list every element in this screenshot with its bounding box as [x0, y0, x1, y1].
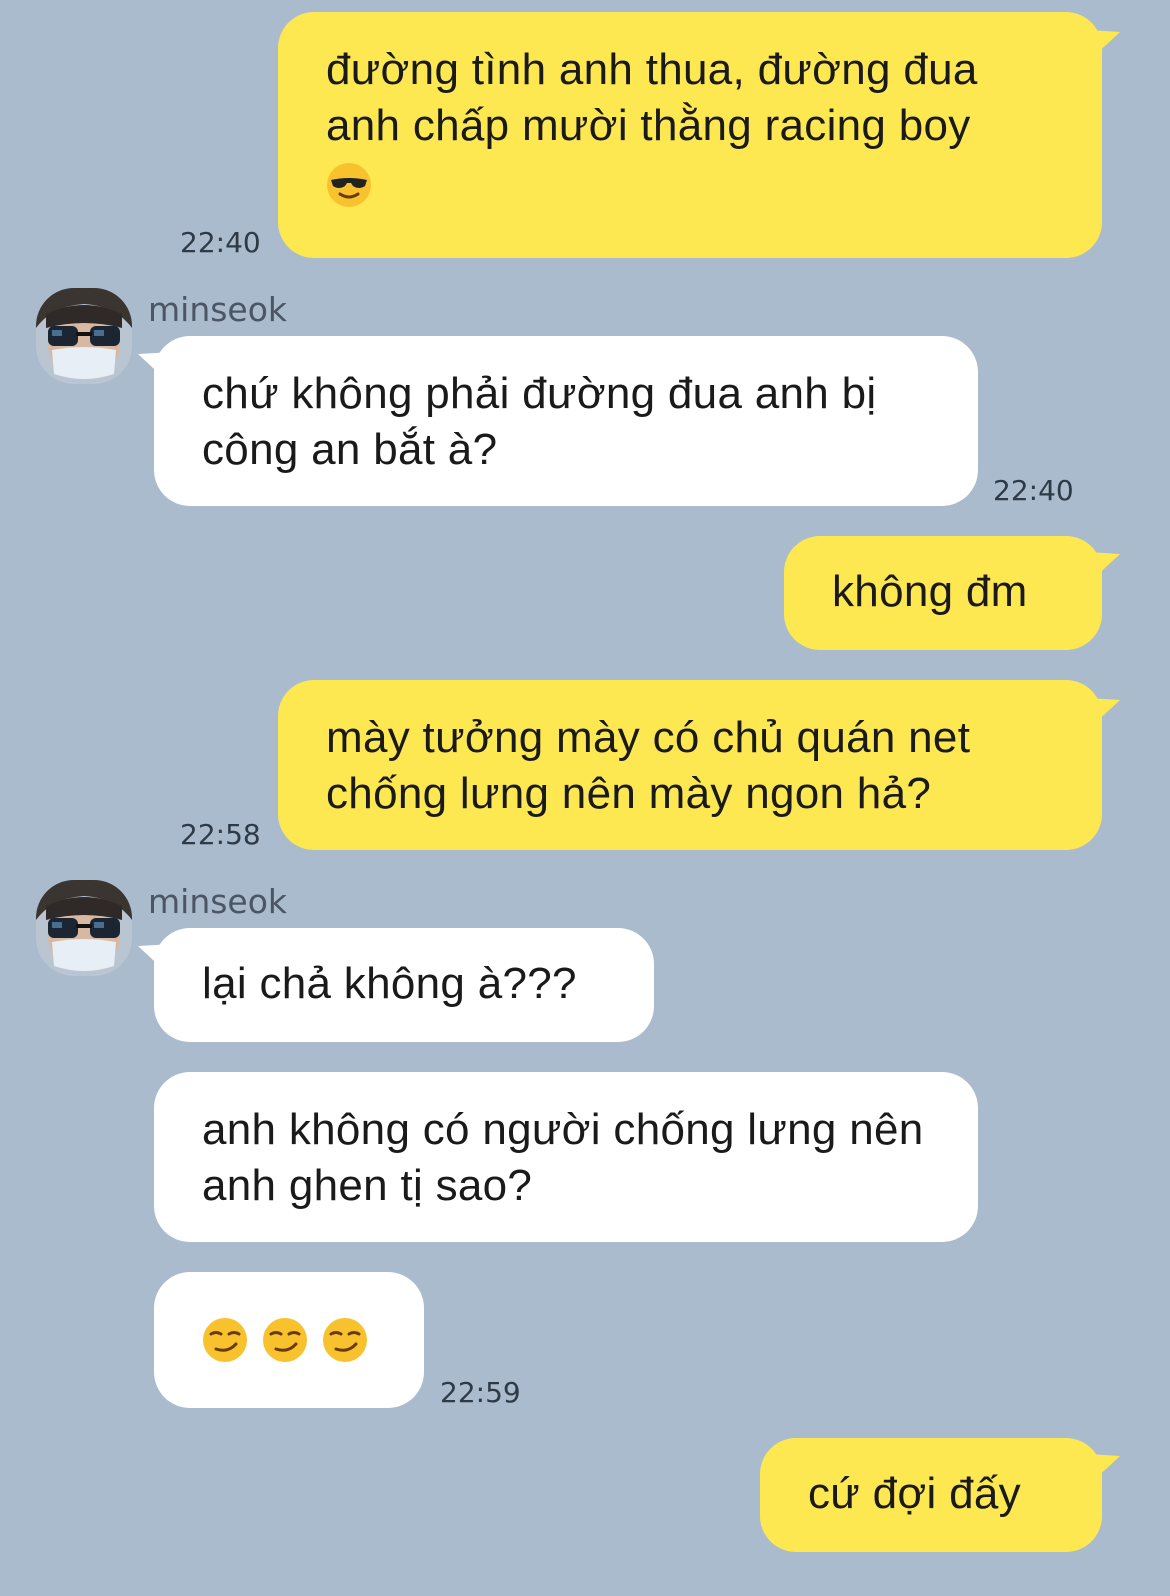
- avatar-sunglasses-mask-icon: [36, 880, 132, 976]
- smirking-face-emoji-icon: [323, 1318, 367, 1362]
- message-bubble-sent[interactable]: không đm: [784, 536, 1102, 650]
- bubble-tail-icon: [1088, 30, 1120, 58]
- sender-name: minseok: [148, 882, 288, 921]
- sender-name: minseok: [148, 290, 288, 329]
- smirking-face-emoji-icon: [203, 1318, 247, 1362]
- chat-log: đường tình anh thua, đường đua anh chấp …: [0, 0, 1170, 1596]
- emoji-row: [202, 1310, 384, 1370]
- bubble-tail-icon: [1088, 698, 1120, 726]
- message-bubble-received[interactable]: chứ không phải đường đua anh bị công an …: [154, 336, 978, 506]
- avatar[interactable]: [36, 288, 132, 384]
- timestamp: 22:40: [180, 226, 261, 259]
- bubble-tail-icon: [1088, 552, 1120, 580]
- timestamp: 22:58: [180, 818, 261, 851]
- smirking-face-emoji-icon: [263, 1318, 307, 1362]
- avatar-sunglasses-mask-icon: [36, 288, 132, 384]
- message-bubble-sent[interactable]: mày tưởng mày có chủ quán net chống lưng…: [278, 680, 1102, 850]
- avatar[interactable]: [36, 880, 132, 976]
- message-bubble-received[interactable]: lại chả không à???: [154, 928, 654, 1042]
- message-text: chứ không phải đường đua anh bị công an …: [202, 369, 877, 474]
- message-text: không đm: [832, 567, 1028, 616]
- timestamp: 22:59: [440, 1376, 521, 1409]
- message-bubble-sent[interactable]: cứ đợi đấy: [760, 1438, 1102, 1552]
- message-bubble-sent[interactable]: đường tình anh thua, đường đua anh chấp …: [278, 12, 1102, 258]
- bubble-tail-icon: [1088, 1454, 1120, 1482]
- message-bubble-received[interactable]: anh không có người chống lưng nên anh gh…: [154, 1072, 978, 1242]
- message-text: cứ đợi đấy: [808, 1469, 1021, 1518]
- message-text: anh không có người chống lưng nên anh gh…: [202, 1105, 924, 1210]
- message-text: mày tưởng mày có chủ quán net chống lưng…: [326, 713, 971, 818]
- message-text: đường tình anh thua, đường đua anh chấp …: [326, 45, 978, 150]
- sunglasses-emoji-icon: [326, 162, 372, 222]
- message-text: lại chả không à???: [202, 959, 577, 1008]
- message-bubble-received[interactable]: [154, 1272, 424, 1408]
- timestamp: 22:40: [993, 474, 1074, 507]
